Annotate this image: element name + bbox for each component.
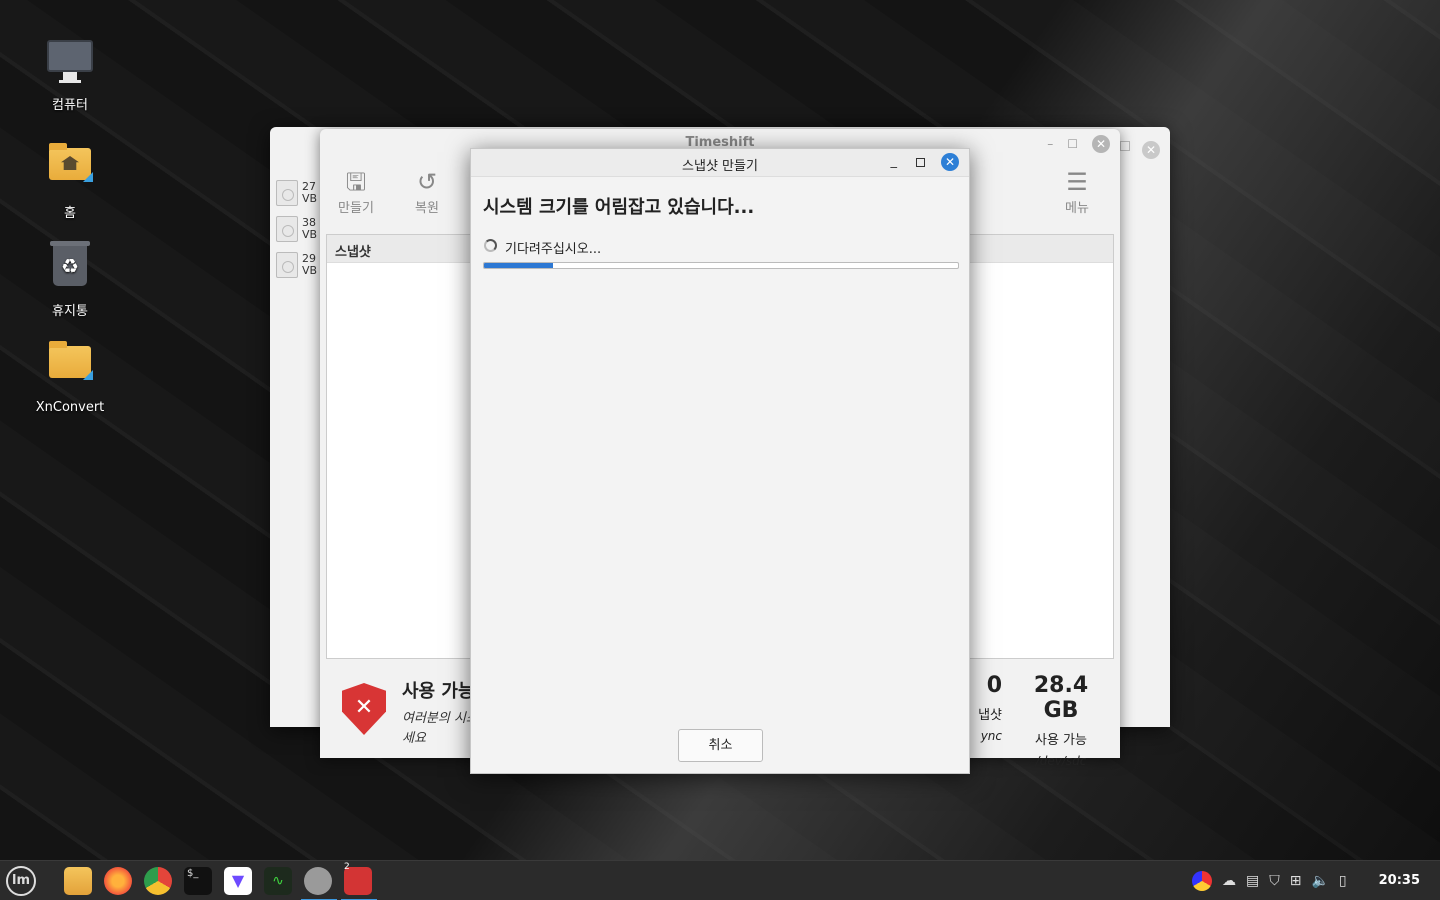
- desktop-icon-xnconvert[interactable]: XnConvert: [20, 338, 120, 415]
- save-icon: 🖫: [345, 168, 367, 196]
- shield-icon[interactable]: ⛉: [1269, 873, 1280, 889]
- desktop-icon-label: XnConvert: [35, 400, 105, 415]
- taskbar-firefox[interactable]: [101, 865, 135, 897]
- taskbar-files[interactable]: [61, 865, 95, 897]
- clock[interactable]: 20:35: [1379, 873, 1420, 888]
- desktop-icon-label: 홈: [64, 206, 76, 221]
- taskbar-chrome[interactable]: [141, 865, 175, 897]
- restore-button[interactable]: ↺ 복원: [397, 167, 457, 216]
- cancel-button[interactable]: 취소: [678, 729, 763, 762]
- progress-fill: [484, 263, 553, 268]
- color-picker-icon[interactable]: [1192, 871, 1212, 891]
- volume-icon[interactable]: 🔈: [1311, 873, 1328, 889]
- close-button[interactable]: ✕: [941, 153, 959, 171]
- desktop-icon-computer[interactable]: 컴퓨터: [20, 40, 120, 113]
- restore-label: 복원: [415, 201, 439, 216]
- window-controls: – ☐ ✕: [1047, 135, 1110, 153]
- wait-text: 기다려주십시오...: [505, 242, 602, 257]
- maximize-button[interactable]: [916, 158, 925, 167]
- desktop-icon-trash[interactable]: ♻ 휴지통: [20, 240, 120, 319]
- close-button[interactable]: ✕: [1142, 141, 1160, 159]
- maximize-button[interactable]: [1120, 141, 1130, 151]
- desktop-icon-label: 컴퓨터: [52, 98, 88, 113]
- snapshot-list-partial: 27 VB 38 VB 29 VB: [276, 175, 324, 283]
- trash-icon: ♻: [46, 241, 94, 294]
- minimize-button[interactable]: –: [1047, 137, 1053, 151]
- list-item[interactable]: 29 VB: [276, 247, 324, 283]
- menu-label: 메뉴: [1065, 201, 1089, 216]
- home-folder-icon: [46, 143, 94, 196]
- system-tray: ☁ ▤ ⛉ ⊞ 🔈 ▯: [1192, 861, 1347, 900]
- desktop: 컴퓨터 홈 ♻ 휴지통 XnConvert ✕ 27 VB 38 VB 29 V…: [0, 0, 1440, 860]
- history-icon: ↺: [416, 168, 438, 196]
- proton-vpn-icon: ▼: [224, 867, 252, 895]
- desktop-icon-home[interactable]: 홈: [20, 140, 120, 221]
- spinner-icon: [484, 239, 497, 252]
- taskbar-proton-vpn[interactable]: ▼: [221, 865, 255, 897]
- error-shield-icon: ✕: [342, 683, 386, 735]
- disk-icon: [276, 180, 298, 206]
- disk-icon: [276, 216, 298, 242]
- available-space-stat: 28.4 GB 사용 가능 /dev/sdc: [1033, 673, 1089, 768]
- mint-menu-icon: lm: [6, 866, 36, 896]
- dialog-heading: 시스템 크기를 어림잡고 있습니다...: [483, 197, 755, 218]
- firefox-icon: [104, 867, 132, 895]
- desktop-icon-label: 휴지통: [52, 304, 88, 319]
- clipboard-icon[interactable]: ▤: [1246, 873, 1259, 889]
- folder-icon: [46, 341, 94, 394]
- terminal-icon: $_: [184, 867, 212, 895]
- disk-usage-icon: [304, 867, 332, 895]
- close-button[interactable]: ✕: [1092, 135, 1110, 153]
- disk-icon: [276, 252, 298, 278]
- minimize-button[interactable]: _: [891, 154, 898, 169]
- chrome-icon: [144, 867, 172, 895]
- dialog-titlebar: 스냅샷 만들기 _ ✕: [471, 149, 969, 177]
- system-monitor-icon: ∿: [264, 867, 292, 895]
- list-item[interactable]: 38 VB: [276, 211, 324, 247]
- taskbar-timeshift[interactable]: 2: [341, 862, 377, 900]
- window-count-badge: 2: [344, 862, 350, 872]
- create-snapshot-dialog: 스냅샷 만들기 _ ✕ 시스템 크기를 어림잡고 있습니다... 기다려주십시오…: [470, 148, 970, 774]
- taskbar: lm $_ ▼ ∿ 2 ☁ ▤ ⛉ ⊞ 🔈 ▯ 20:35: [0, 860, 1440, 900]
- computer-icon: [46, 40, 94, 88]
- create-button[interactable]: 🖫 만들기: [326, 167, 386, 216]
- list-item[interactable]: 27 VB: [276, 175, 324, 211]
- taskbar-system-monitor[interactable]: ∿: [261, 865, 295, 897]
- cloud-icon[interactable]: ☁: [1222, 873, 1236, 889]
- files-icon: [64, 867, 92, 895]
- menu-button[interactable]: ☰ 메뉴: [1047, 167, 1107, 216]
- battery-icon[interactable]: ▯: [1339, 873, 1347, 889]
- progress-bar: [483, 262, 959, 269]
- network-icon[interactable]: ⊞: [1290, 873, 1302, 889]
- create-label: 만들기: [338, 201, 374, 216]
- status-title: 사용 가능: [402, 681, 475, 702]
- maximize-button[interactable]: ☐: [1067, 137, 1078, 151]
- taskbar-disk-usage[interactable]: [301, 865, 337, 900]
- taskbar-terminal[interactable]: $_: [181, 865, 215, 897]
- mint-menu-button[interactable]: lm: [4, 865, 38, 897]
- hamburger-menu-icon: ☰: [1066, 168, 1088, 196]
